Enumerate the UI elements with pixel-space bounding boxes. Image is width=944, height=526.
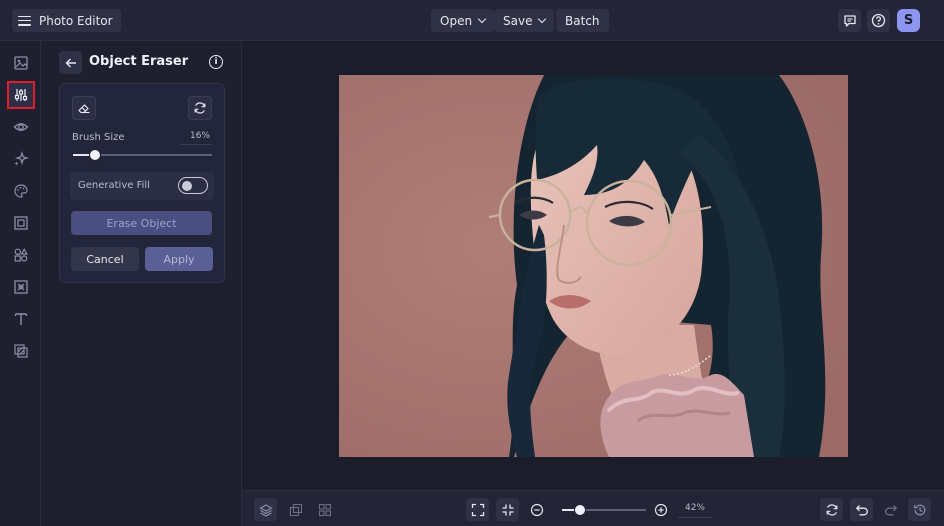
rail-item-frames[interactable] <box>7 209 35 237</box>
chevron-down-icon <box>538 14 547 24</box>
sliders-icon <box>14 89 28 101</box>
undo-button[interactable] <box>850 498 873 521</box>
reset-button[interactable] <box>188 96 212 120</box>
generative-fill-row: Generative Fill <box>70 172 214 200</box>
chevron-down-icon <box>477 14 487 24</box>
eraser-icon <box>78 104 90 114</box>
redo-icon <box>884 504 897 515</box>
apply-button[interactable]: Apply <box>145 247 213 271</box>
avatar[interactable]: S <box>897 9 920 32</box>
rail-item-textures[interactable] <box>7 273 35 301</box>
redo-button[interactable] <box>879 498 902 521</box>
zoom-in-button[interactable] <box>649 498 672 521</box>
history-icon <box>913 504 925 515</box>
info-icon[interactable]: i <box>209 55 223 69</box>
canvas-area <box>242 41 944 490</box>
generative-fill-label: Generative Fill <box>78 180 150 191</box>
zoom-slider[interactable] <box>562 504 646 516</box>
overlay-icon <box>14 344 28 358</box>
eraser-settings-card: Brush Size 16% Generative Fill Erase Obj… <box>59 83 225 283</box>
help-button[interactable] <box>867 9 890 32</box>
zoom-thumb[interactable] <box>573 504 586 516</box>
palette-icon <box>14 184 28 198</box>
refresh-icon <box>826 503 837 516</box>
rail-item-overlays[interactable] <box>7 337 35 365</box>
photo-canvas[interactable] <box>339 75 848 457</box>
sync-button[interactable] <box>820 498 843 521</box>
rail-item-adjust[interactable] <box>7 81 35 109</box>
main-menu-button[interactable]: Photo Editor <box>12 9 121 32</box>
fit-to-screen-button[interactable] <box>466 498 489 521</box>
layers-button[interactable] <box>254 498 277 521</box>
save-label: Save <box>503 13 533 28</box>
object-eraser-panel: Object Eraser i Brush Size 16% Generativ… <box>41 41 242 526</box>
generative-fill-toggle[interactable] <box>178 177 208 194</box>
zoom-out-button[interactable] <box>525 498 548 521</box>
tool-rail <box>0 41 41 526</box>
undo-icon <box>855 504 868 515</box>
bottom-toolbar: 42% <box>242 490 944 526</box>
batch-button[interactable]: Batch <box>556 9 609 32</box>
comment-icon <box>843 14 856 27</box>
back-button[interactable] <box>59 51 82 74</box>
actual-size-button[interactable] <box>496 498 519 521</box>
frame-icon <box>14 216 28 230</box>
magic-sparkle-icon <box>14 151 29 166</box>
shrink-icon <box>502 504 513 515</box>
feedback-button[interactable] <box>838 9 861 32</box>
rail-item-ai-tools[interactable] <box>7 145 35 173</box>
portrait-photo <box>339 75 848 457</box>
refresh-icon <box>194 102 206 114</box>
rail-item-effects[interactable] <box>7 113 35 141</box>
brush-size-value[interactable]: 16% <box>180 131 212 145</box>
zoom-in-icon <box>654 503 667 516</box>
rail-item-text[interactable] <box>7 305 35 333</box>
grid-icon <box>318 503 331 516</box>
cancel-button[interactable]: Cancel <box>71 247 139 271</box>
open-label: Open <box>440 13 473 28</box>
save-menu-button[interactable]: Save <box>494 9 555 32</box>
rail-item-color[interactable] <box>7 177 35 205</box>
erase-object-button[interactable]: Erase Object <box>71 211 212 235</box>
arrow-left-icon <box>65 58 76 67</box>
top-bar: Photo Editor Open Save Batch S <box>0 0 944 41</box>
panel-title: Object Eraser <box>89 54 189 69</box>
texture-icon <box>14 280 28 294</box>
toggle-knob <box>182 180 192 191</box>
compare-button[interactable] <box>284 498 307 521</box>
compare-icon <box>289 503 302 516</box>
hamburger-icon <box>18 15 31 26</box>
batch-label: Batch <box>565 13 600 28</box>
zoom-out-icon <box>530 503 543 516</box>
layers-icon <box>258 503 273 517</box>
open-menu-button[interactable]: Open <box>431 9 495 32</box>
rail-item-image[interactable] <box>7 49 35 77</box>
brush-size-slider[interactable] <box>73 149 212 161</box>
eye-icon <box>13 123 29 131</box>
image-icon <box>14 56 28 70</box>
zoom-value[interactable]: 42% <box>678 503 712 518</box>
eraser-tool-button[interactable] <box>72 96 96 120</box>
help-icon <box>871 13 886 28</box>
rail-item-graphics[interactable] <box>7 241 35 269</box>
brush-size-label: Brush Size <box>72 132 125 143</box>
history-button[interactable] <box>908 498 931 521</box>
brush-size-thumb[interactable] <box>89 149 102 161</box>
grid-view-button[interactable] <box>313 498 336 521</box>
app-title: Photo Editor <box>39 13 113 28</box>
expand-icon <box>471 503 484 516</box>
shapes-icon <box>14 247 28 262</box>
text-icon <box>14 313 28 325</box>
